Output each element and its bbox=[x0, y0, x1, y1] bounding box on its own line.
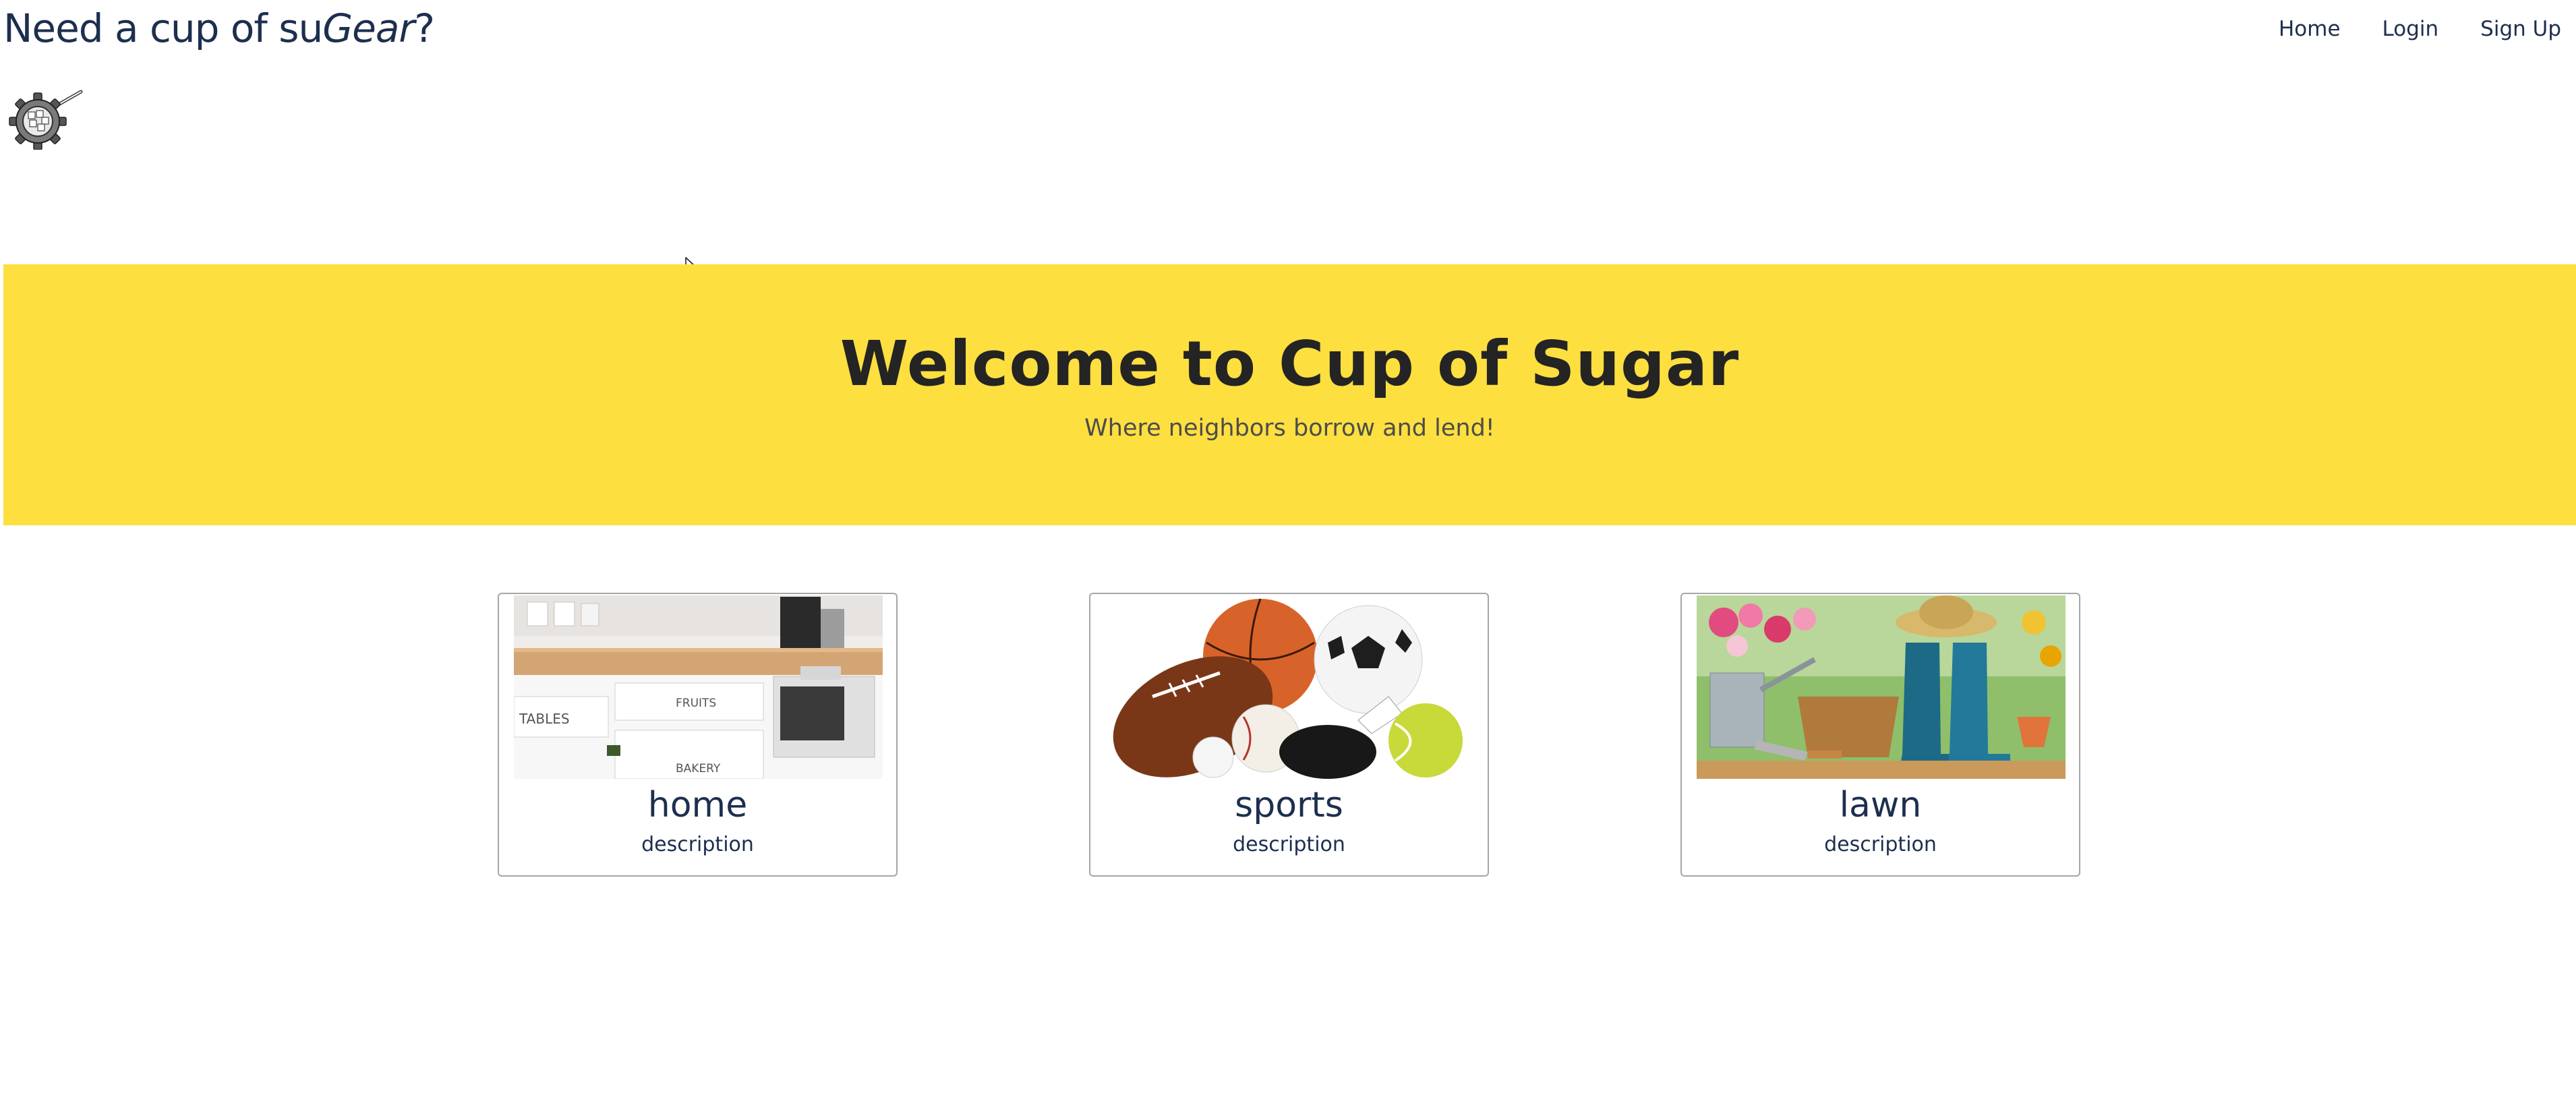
nav-home-link[interactable]: Home bbox=[2279, 13, 2341, 45]
svg-text:BAKERY: BAKERY bbox=[676, 762, 721, 775]
hero-title: Welcome to Cup of Sugar bbox=[840, 328, 1740, 400]
card-title-lawn: lawn bbox=[1839, 785, 1922, 825]
brand-prefix: Need a cup of su bbox=[3, 5, 323, 51]
brand-link[interactable]: Need a cup of suGear? bbox=[3, 1, 435, 55]
svg-text:TABLES: TABLES bbox=[519, 711, 570, 727]
nav-signup-link[interactable]: Sign Up bbox=[2480, 13, 2561, 45]
category-card-lawn[interactable]: lawn description bbox=[1680, 593, 2080, 877]
page: Need a cup of suGear? Home Login Sign Up bbox=[0, 0, 2576, 1116]
svg-text:FRUITS: FRUITS bbox=[676, 697, 716, 710]
card-description-lawn: description bbox=[1824, 833, 1937, 856]
card-title-home: home bbox=[647, 785, 748, 825]
garden-tools-image bbox=[1697, 595, 2066, 779]
card-title-sports: sports bbox=[1235, 785, 1343, 825]
category-card-sports[interactable]: sports description bbox=[1089, 593, 1489, 877]
hero-subtitle: Where neighbors borrow and lend! bbox=[1084, 415, 1495, 442]
card-description-home: description bbox=[641, 833, 754, 856]
sports-balls-image bbox=[1105, 595, 1474, 779]
gear-sugar-logo-icon bbox=[5, 88, 85, 150]
hero-banner: Welcome to Cup of Sugar Where neighbors … bbox=[3, 264, 2576, 525]
home-storage-image: TABLES FRUITS BAKERY bbox=[514, 595, 883, 779]
card-description-sports: description bbox=[1233, 833, 1345, 856]
category-card-home[interactable]: TABLES FRUITS BAKERY home description bbox=[498, 593, 898, 877]
nav-login-link[interactable]: Login bbox=[2382, 13, 2439, 45]
top-nav: Home Login Sign Up bbox=[2279, 13, 2561, 45]
brand-italic: Gear bbox=[322, 5, 415, 51]
brand-suffix: ? bbox=[414, 5, 435, 51]
